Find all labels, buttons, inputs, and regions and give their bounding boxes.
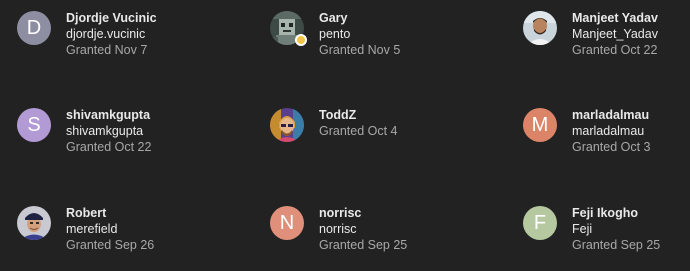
granted-date: Granted Sep 26 xyxy=(66,238,155,252)
granted-date: Granted Oct 22 xyxy=(66,140,152,154)
person-photo-icon[interactable] xyxy=(523,11,557,45)
user-name[interactable]: Djordje Vucinic xyxy=(66,10,157,26)
user-info: ToddZ Granted Oct 4 xyxy=(319,107,398,139)
user-name[interactable]: Robert xyxy=(66,205,154,221)
user-info: Gary pento Granted Nov 5 xyxy=(319,10,400,58)
user-card: ToddZ Granted Oct 4 xyxy=(270,108,460,168)
user-name[interactable]: shivamkgupta xyxy=(66,107,151,123)
user-card: D Djordje Vucinic djordje.vucinic Grante… xyxy=(17,11,207,71)
user-info: shivamkgupta shivamkgupta Granted Oct 22 xyxy=(66,107,151,155)
user-info: Manjeet Yadav Manjeet_Yadav Granted Oct … xyxy=(572,10,658,58)
granted-date: Granted Oct 22 xyxy=(572,43,658,57)
granted-date: Granted Sep 25 xyxy=(572,238,661,252)
user-card: N norrisc norrisc Granted Sep 25 xyxy=(270,206,460,266)
user-info: norrisc norrisc Granted Sep 25 xyxy=(319,205,407,253)
user-info: Robert merefield Granted Sep 26 xyxy=(66,205,154,253)
user-username: Feji xyxy=(572,222,593,236)
user-name[interactable]: Gary xyxy=(319,10,400,26)
avatar-letter: F xyxy=(533,212,547,234)
avatar[interactable]: N xyxy=(270,206,304,240)
person-cap-photo-icon[interactable] xyxy=(17,206,51,240)
user-info: marladalmau marladalmau Granted Oct 3 xyxy=(572,107,651,155)
status-emoji-icon xyxy=(295,34,307,46)
user-card: Manjeet Yadav Manjeet_Yadav Granted Oct … xyxy=(523,11,690,71)
user-username: merefield xyxy=(66,222,118,236)
avatar-letter: N xyxy=(279,212,295,234)
user-card: Robert merefield Granted Sep 26 xyxy=(17,206,207,266)
user-name[interactable]: ToddZ xyxy=(319,107,398,123)
avatar-letter: S xyxy=(27,114,41,136)
user-name[interactable]: norrisc xyxy=(319,205,407,221)
user-username: djordje.vucinic xyxy=(66,27,146,41)
user-name[interactable]: marladalmau xyxy=(572,107,651,123)
user-username: marladalmau xyxy=(572,124,645,138)
user-card: S shivamkgupta shivamkgupta Granted Oct … xyxy=(17,108,207,168)
granted-users-grid: D Djordje Vucinic djordje.vucinic Grante… xyxy=(0,0,690,271)
avatar[interactable]: S xyxy=(17,108,51,142)
avatar-letter: D xyxy=(26,17,42,39)
user-card: Gary pento Granted Nov 5 xyxy=(270,11,460,71)
avatar[interactable]: M xyxy=(523,108,557,142)
user-username: shivamkgupta xyxy=(66,124,144,138)
user-card: F Feji Ikogho Feji Granted Sep 25 xyxy=(523,206,690,266)
illustrated-portrait-icon[interactable] xyxy=(270,108,304,142)
granted-date: Granted Oct 4 xyxy=(319,124,398,138)
user-username: Manjeet_Yadav xyxy=(572,27,658,41)
user-name[interactable]: Feji Ikogho xyxy=(572,205,660,221)
granted-date: Granted Nov 5 xyxy=(319,43,401,57)
user-info: Feji Ikogho Feji Granted Sep 25 xyxy=(572,205,660,253)
avatar[interactable]: F xyxy=(523,206,557,240)
user-card: M marladalmau marladalmau Granted Oct 3 xyxy=(523,108,690,168)
granted-date: Granted Sep 25 xyxy=(319,238,408,252)
granted-date: Granted Oct 3 xyxy=(572,140,651,154)
avatar-letter: M xyxy=(531,114,549,136)
granted-date: Granted Nov 7 xyxy=(66,43,148,57)
user-name[interactable]: Manjeet Yadav xyxy=(572,10,658,26)
user-info: Djordje Vucinic djordje.vucinic Granted … xyxy=(66,10,157,58)
avatar[interactable]: D xyxy=(17,11,51,45)
user-username: norrisc xyxy=(319,222,357,236)
user-username: pento xyxy=(319,27,351,41)
